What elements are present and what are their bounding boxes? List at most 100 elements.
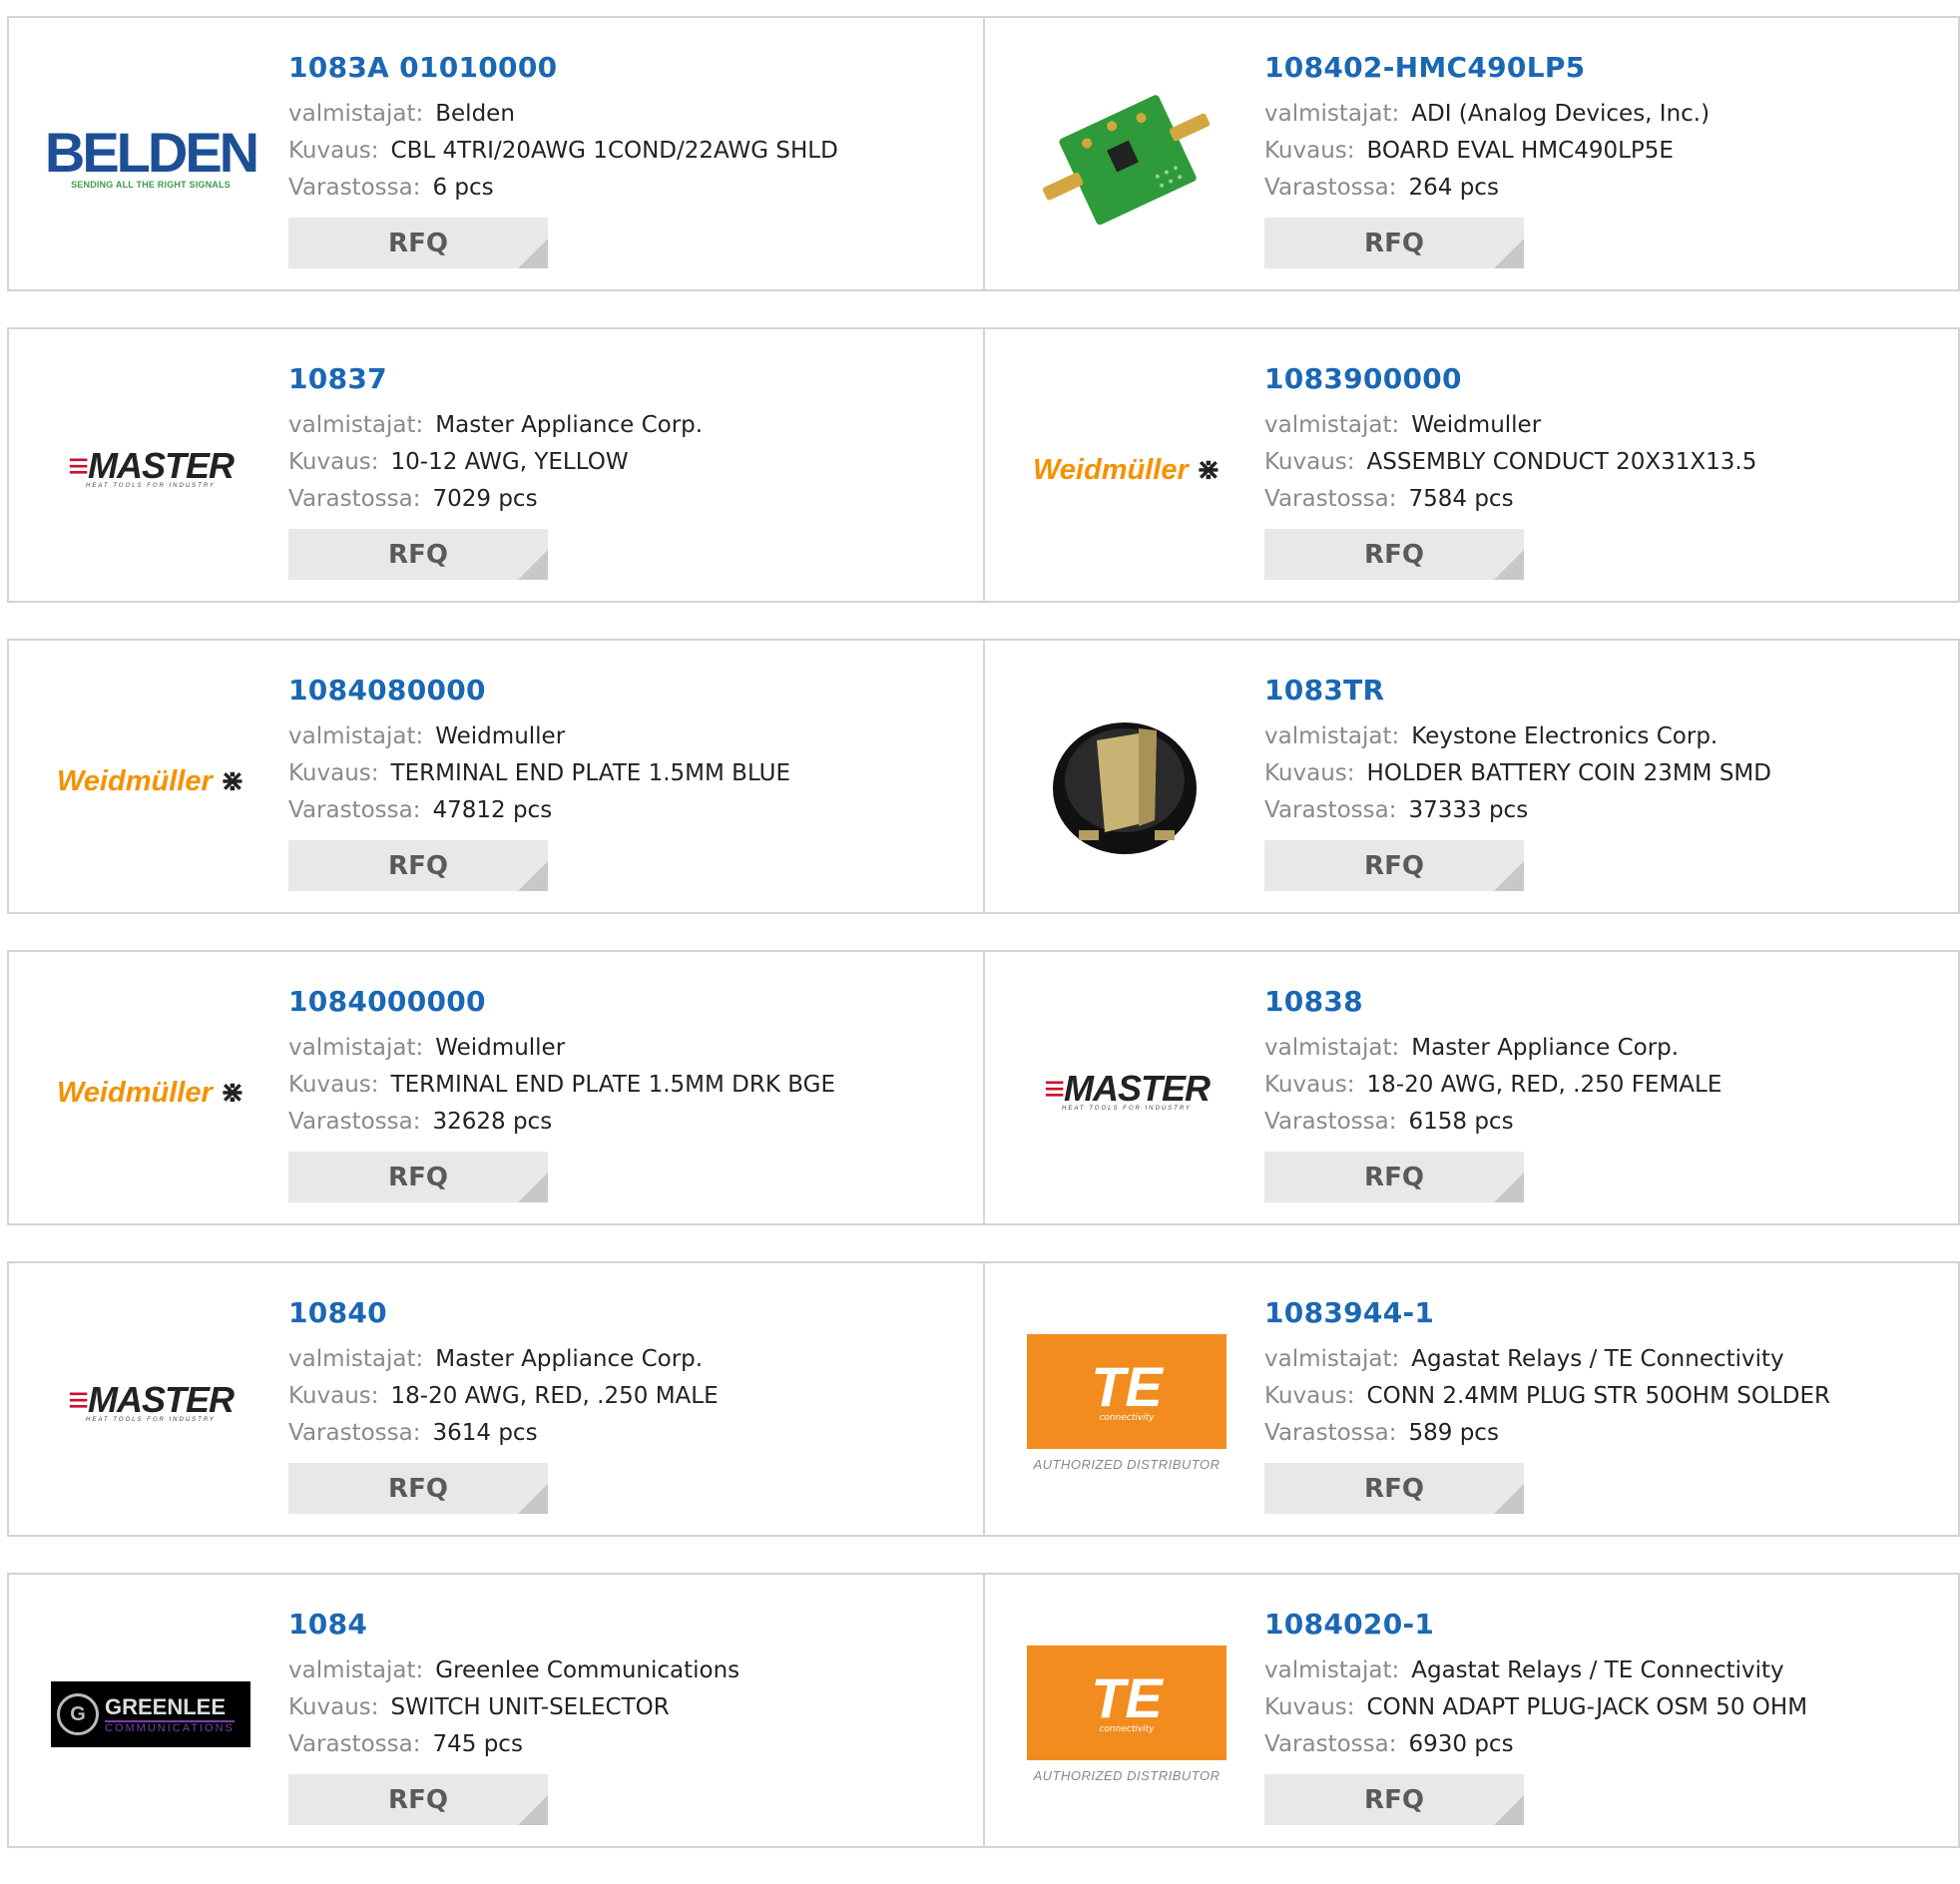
rfq-label: RFQ — [1364, 850, 1424, 881]
greenlee-logo-name: GREENLEE — [105, 1694, 227, 1719]
description-label: Kuvaus: — [288, 449, 379, 475]
part-number-link[interactable]: 1084000000 — [288, 984, 486, 1020]
rfq-button[interactable]: RFQ — [288, 840, 548, 891]
rfq-button[interactable]: RFQ — [1264, 1463, 1524, 1514]
rfq-button[interactable]: RFQ — [1264, 529, 1524, 580]
part-number-link[interactable]: 1083TR — [1264, 673, 1384, 708]
manufacturer-logo[interactable]: Weidmüller ⋇ — [49, 679, 252, 882]
rfq-button[interactable]: RFQ — [288, 1463, 548, 1514]
manufacturer-value: Weidmuller — [435, 723, 566, 749]
part-number-link[interactable]: 1084080000 — [288, 673, 486, 708]
product-grid: BELDEN SENDING ALL THE RIGHT SIGNALS 1083… — [7, 16, 1960, 1884]
description-value: SWITCH UNIT-SELECTOR — [390, 1694, 670, 1720]
rfq-label: RFQ — [388, 850, 448, 881]
part-number-link[interactable]: 108402-HMC490LP5 — [1264, 50, 1585, 86]
rfq-button[interactable]: RFQ — [288, 218, 548, 268]
stock-label: Varastossa: — [288, 175, 421, 201]
te-logo-box: TE connectivity — [1027, 1334, 1226, 1449]
manufacturer-logo[interactable]: Weidmüller ⋇ — [49, 990, 252, 1193]
weidmuller-logo: Weidmüller ⋇ — [57, 763, 245, 798]
rfq-label: RFQ — [388, 539, 448, 570]
corner-triangle-icon — [518, 238, 548, 268]
rfq-button[interactable]: RFQ — [288, 1152, 548, 1202]
stock-label: Varastossa: — [288, 1420, 421, 1446]
greenlee-logo: G GREENLEE COMMUNICATIONS — [51, 1681, 250, 1747]
stock-label: Varastossa: — [1264, 1109, 1397, 1135]
manufacturer-logo[interactable]: TE connectivity AUTHORIZED DISTRIBUTOR — [1025, 1613, 1228, 1816]
rfq-button[interactable]: RFQ — [1264, 840, 1524, 891]
rfq-button[interactable]: RFQ — [1264, 218, 1524, 268]
manufacturer-logo[interactable]: TE connectivity AUTHORIZED DISTRIBUTOR — [1025, 1301, 1228, 1505]
rfq-label: RFQ — [1364, 228, 1424, 258]
description-value: 18-20 AWG, RED, .250 MALE — [390, 1383, 719, 1409]
product-card: ≡MASTER HEAT TOOLS FOR INDUSTRY 10837 val… — [7, 327, 985, 603]
stock-label: Varastossa: — [288, 1731, 421, 1757]
product-info: 108402-HMC490LP5 valmistajat: ADI (Analog… — [1264, 50, 1948, 207]
manufacturer-logo[interactable]: G GREENLEE COMMUNICATIONS — [49, 1613, 252, 1816]
stock-value: 7584 pcs — [1408, 486, 1514, 512]
product-info: 1083TR valmistajat: Keystone Electronics … — [1264, 673, 1948, 829]
part-number-link[interactable]: 1084 — [288, 1607, 367, 1643]
stock-value: 745 pcs — [432, 1731, 523, 1757]
manufacturer-logo[interactable]: ≡MASTER HEAT TOOLS FOR INDUSTRY — [49, 367, 252, 571]
belden-logo-tagline: SENDING ALL THE RIGHT SIGNALS — [71, 180, 231, 190]
stock-row: Varastossa: 7584 pcs — [1264, 481, 1948, 518]
part-number-link[interactable]: 1083944-1 — [1264, 1295, 1434, 1331]
stock-label: Varastossa: — [1264, 175, 1397, 201]
part-number-link[interactable]: 1083900000 — [1264, 361, 1462, 397]
product-card: 108402-HMC490LP5 valmistajat: ADI (Analog… — [983, 16, 1960, 291]
part-number-link[interactable]: 1083A 01010000 — [288, 50, 557, 86]
master-bars-icon: ≡ — [67, 445, 89, 486]
description-label: Kuvaus: — [288, 760, 379, 786]
stock-label: Varastossa: — [1264, 797, 1397, 823]
description-value: TERMINAL END PLATE 1.5MM BLUE — [390, 760, 790, 786]
product-info: 10838 valmistajat: Master Appliance Corp.… — [1264, 984, 1948, 1141]
rfq-button[interactable]: RFQ — [1264, 1774, 1524, 1825]
description-label: Kuvaus: — [1264, 449, 1355, 475]
manufacturer-logo[interactable] — [1025, 56, 1228, 259]
master-bars-icon: ≡ — [1043, 1068, 1065, 1109]
manufacturer-logo[interactable]: Weidmüller ⋇ — [1025, 367, 1228, 571]
manufacturer-logo[interactable]: BELDEN SENDING ALL THE RIGHT SIGNALS — [45, 56, 259, 259]
manufacturer-logo[interactable]: ≡MASTER HEAT TOOLS FOR INDUSTRY — [1025, 990, 1228, 1193]
part-number-link[interactable]: 10837 — [288, 361, 387, 397]
product-info: 10837 valmistajat: Master Appliance Corp.… — [288, 361, 973, 518]
master-logo-text: MASTER — [88, 1379, 235, 1420]
te-logo: TE connectivity AUTHORIZED DISTRIBUTOR — [1027, 1646, 1226, 1783]
weidmuller-mark-icon: ⋇ — [220, 1076, 245, 1109]
manufacturer-row: valmistajat: Master Appliance Corp. — [288, 407, 973, 444]
rfq-button[interactable]: RFQ — [1264, 1152, 1524, 1202]
manufacturer-value: Weidmuller — [1411, 412, 1542, 438]
rfq-button[interactable]: RFQ — [288, 1774, 548, 1825]
manufacturer-value: Agastat Relays / TE Connectivity — [1411, 1346, 1784, 1372]
part-number-link[interactable]: 10838 — [1264, 984, 1363, 1020]
authorized-distributor-badge: AUTHORIZED DISTRIBUTOR — [1033, 1768, 1221, 1783]
corner-triangle-icon — [1494, 1173, 1524, 1202]
rfq-button[interactable]: RFQ — [288, 529, 548, 580]
stock-row: Varastossa: 589 pcs — [1264, 1415, 1948, 1452]
master-logo-text: MASTER — [1064, 1068, 1211, 1109]
description-value: CBL 4TRI/20AWG 1COND/22AWG SHLD — [390, 138, 838, 164]
product-info: 1084000000 valmistajat: Weidmuller Kuvaus… — [288, 984, 973, 1141]
weidmuller-logo-name: Weidmüller — [56, 1076, 213, 1109]
manufacturer-logo[interactable] — [1025, 679, 1228, 882]
stock-value: 264 pcs — [1408, 175, 1499, 201]
product-info: 1083900000 valmistajat: Weidmuller Kuvaus… — [1264, 361, 1948, 518]
manufacturer-label: valmistajat: — [288, 412, 424, 438]
manufacturer-label: valmistajat: — [1264, 101, 1400, 127]
rfq-label: RFQ — [388, 1784, 448, 1815]
master-logo: ≡MASTER HEAT TOOLS FOR INDUSTRY — [68, 448, 235, 490]
corner-triangle-icon — [1494, 861, 1524, 891]
manufacturer-row: valmistajat: Weidmuller — [288, 1030, 973, 1067]
product-row: Weidmüller ⋇ 1084080000 valmistajat: Weidm… — [7, 639, 1960, 914]
corner-triangle-icon — [1494, 550, 1524, 580]
weidmuller-logo: Weidmüller ⋇ — [57, 1075, 245, 1110]
manufacturer-label: valmistajat: — [1264, 1035, 1400, 1061]
description-value: 18-20 AWG, RED, .250 FEMALE — [1366, 1072, 1722, 1098]
product-row: ≡MASTER HEAT TOOLS FOR INDUSTRY 10837 val… — [7, 327, 1960, 603]
part-number-link[interactable]: 1084020-1 — [1264, 1607, 1434, 1643]
part-number-link[interactable]: 10840 — [288, 1295, 387, 1331]
manufacturer-row: valmistajat: Weidmuller — [1264, 407, 1948, 444]
manufacturer-logo[interactable]: ≡MASTER HEAT TOOLS FOR INDUSTRY — [49, 1301, 252, 1505]
description-label: Kuvaus: — [288, 1072, 379, 1098]
